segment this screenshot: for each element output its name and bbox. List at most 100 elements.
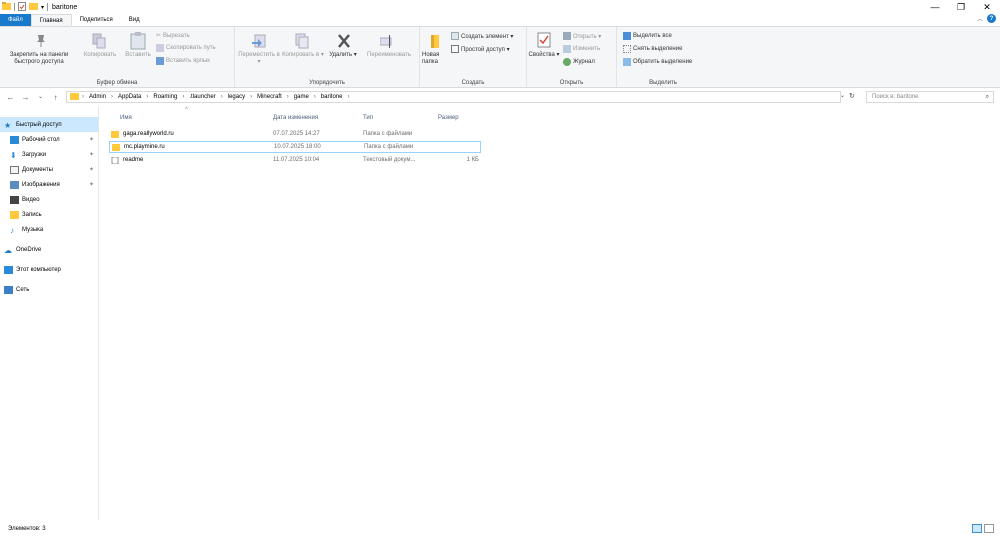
details-view-icon[interactable] — [972, 524, 982, 533]
chevron-right-icon[interactable]: › — [314, 94, 316, 100]
open-button[interactable]: Открыть ▾ — [563, 32, 601, 40]
desktop-icon — [10, 135, 19, 144]
recent-locations-chevron-icon[interactable]: ⌄ — [36, 93, 45, 102]
paste-shortcut-button[interactable]: Вставить ярлык — [156, 57, 210, 65]
pin-icon[interactable]: ✦ — [89, 181, 94, 188]
pin-quick-access-button[interactable]: Закрепить на панели быстрого доступа — [2, 52, 76, 66]
history-button[interactable]: Журнал — [563, 58, 595, 66]
copy-to-button[interactable]: Копировать в ▾ — [281, 52, 325, 59]
chevron-right-icon[interactable]: › — [287, 94, 289, 100]
breadcrumb-admin[interactable]: Admin — [89, 94, 106, 100]
nav-item-network[interactable]: Сеть — [0, 282, 98, 297]
breadcrumb-legacy[interactable]: legacy — [228, 94, 245, 100]
chevron-right-icon[interactable]: › — [111, 94, 113, 100]
status-bar: Элементов: 3 — [0, 520, 1000, 538]
nav-item-quick-access[interactable]: ★ Быстрый доступ — [0, 117, 98, 132]
maximize-button[interactable]: ❐ — [948, 0, 974, 14]
column-type[interactable]: Тип — [363, 115, 373, 121]
new-item-icon — [451, 32, 459, 40]
tab-share[interactable]: Поделиться — [72, 14, 121, 26]
documents-icon — [10, 165, 19, 174]
tab-file[interactable]: Файл — [0, 14, 31, 26]
address-dropdown-icon[interactable]: ⌄ — [840, 92, 845, 100]
breadcrumb-appdata[interactable]: AppData — [118, 94, 141, 100]
breadcrumb-baritone[interactable]: baritone — [321, 94, 343, 100]
minimize-button[interactable]: — — [922, 0, 948, 14]
paste-button[interactable]: Вставить — [121, 52, 155, 59]
select-all-button[interactable]: Выделить все — [623, 32, 672, 40]
new-item-button[interactable]: Создать элемент ▾ — [451, 32, 513, 40]
expand-ribbon-icon[interactable]: ︿ — [977, 14, 983, 23]
title-bar: ▾ baritone — ❐ ✕ — [0, 0, 1000, 14]
nav-item-documents[interactable]: Документы ✦ — [0, 162, 98, 177]
chevron-right-icon[interactable]: › — [82, 94, 84, 100]
nav-item-pictures[interactable]: Изображения ✦ — [0, 177, 98, 192]
properties-button[interactable]: Свойства ▾ — [528, 52, 560, 59]
chevron-right-icon[interactable]: › — [250, 94, 252, 100]
nav-item-record[interactable]: Запись — [0, 207, 98, 222]
refresh-icon[interactable]: ↻ — [849, 92, 855, 100]
pin-icon[interactable]: ✦ — [89, 166, 94, 173]
breadcrumb-roaming[interactable]: Roaming — [153, 94, 177, 100]
table-row[interactable]: gaga.reallyworld.ru 07.07.2025 14:27 Пап… — [109, 128, 481, 140]
folder-icon — [2, 2, 11, 12]
breadcrumb-minecraft[interactable]: Minecraft — [257, 94, 282, 100]
text-file-icon — [111, 156, 119, 164]
pin-icon[interactable]: ✦ — [89, 151, 94, 158]
table-row[interactable]: mc.playmine.ru 10.07.2025 18:00 Папка с … — [109, 141, 481, 153]
move-to-button[interactable]: Переместить в ▾ — [237, 52, 281, 66]
cut-button[interactable]: ✂ Вырезать — [156, 32, 190, 40]
nav-item-this-pc[interactable]: Этот компьютер — [0, 262, 98, 277]
new-folder-button[interactable]: Новая папка — [422, 52, 446, 66]
back-arrow-icon[interactable]: ← — [6, 93, 15, 102]
column-header: ^ Имя Дата изменения Тип Размер — [99, 107, 1000, 125]
paste-icon — [130, 32, 146, 50]
copy-to-icon — [295, 33, 309, 49]
ribbon-tabs: Файл Главная Поделиться Вид ︿ ? — [0, 14, 1000, 26]
tab-view[interactable]: Вид — [121, 14, 148, 26]
chevron-right-icon[interactable]: › — [347, 94, 349, 100]
nav-item-onedrive[interactable]: ☁ OneDrive — [0, 242, 98, 257]
breadcrumb-tlauncher[interactable]: .tlauncher — [189, 94, 215, 100]
customize-qat-icon[interactable]: ▾ — [41, 4, 44, 11]
close-button[interactable]: ✕ — [974, 0, 1000, 14]
delete-button[interactable]: Удалить ▾ — [327, 52, 359, 59]
properties-icon[interactable] — [18, 1, 26, 13]
nav-item-downloads[interactable]: ⬇ Загрузки ✦ — [0, 147, 98, 162]
address-bar[interactable]: › Admin › AppData › Roaming › .tlauncher › l… — [66, 91, 841, 103]
move-to-icon — [252, 34, 266, 48]
download-icon: ⬇ — [10, 150, 17, 160]
rename-button[interactable]: Переименовать — [360, 52, 418, 59]
easy-access-button[interactable]: Простой доступ ▾ — [451, 45, 510, 53]
edit-icon — [563, 45, 571, 53]
history-icon — [563, 58, 571, 66]
sort-ascending-icon: ^ — [185, 107, 188, 113]
nav-item-videos[interactable]: Видео — [0, 192, 98, 207]
network-icon — [4, 285, 13, 294]
search-input[interactable]: Поиск в: baritone ⌕ — [866, 91, 994, 103]
table-row[interactable]: readme 11.07.2025 10:04 Текстовый докум.… — [109, 154, 481, 166]
nav-item-music[interactable]: ♪ Музыка — [0, 222, 98, 237]
nav-item-desktop[interactable]: Рабочий стол ✦ — [0, 132, 98, 147]
tab-home[interactable]: Главная — [30, 14, 72, 26]
chevron-right-icon[interactable]: › — [182, 94, 184, 100]
copy-button[interactable]: Копировать — [80, 52, 120, 59]
select-none-button[interactable]: Снять выделение — [623, 45, 682, 53]
forward-arrow-icon[interactable]: → — [21, 93, 30, 102]
column-name[interactable]: Имя — [120, 115, 132, 121]
new-folder-icon[interactable] — [29, 2, 38, 12]
copy-path-button[interactable]: Скопировать путь — [156, 44, 216, 52]
chevron-right-icon[interactable]: › — [221, 94, 223, 100]
scissors-icon: ✂ — [156, 33, 162, 39]
pin-icon[interactable]: ✦ — [89, 136, 94, 143]
invert-selection-button[interactable]: Обратить выделение — [623, 58, 692, 66]
column-size[interactable]: Размер — [438, 115, 459, 121]
column-date[interactable]: Дата изменения — [273, 115, 318, 121]
help-icon[interactable]: ? — [987, 14, 996, 23]
chevron-right-icon[interactable]: › — [146, 94, 148, 100]
folder-icon — [112, 143, 120, 151]
edit-button[interactable]: Изменить — [563, 45, 600, 53]
large-icons-view-icon[interactable] — [984, 524, 994, 533]
breadcrumb-game[interactable]: game — [294, 94, 309, 100]
up-arrow-icon[interactable]: ↑ — [51, 93, 60, 102]
